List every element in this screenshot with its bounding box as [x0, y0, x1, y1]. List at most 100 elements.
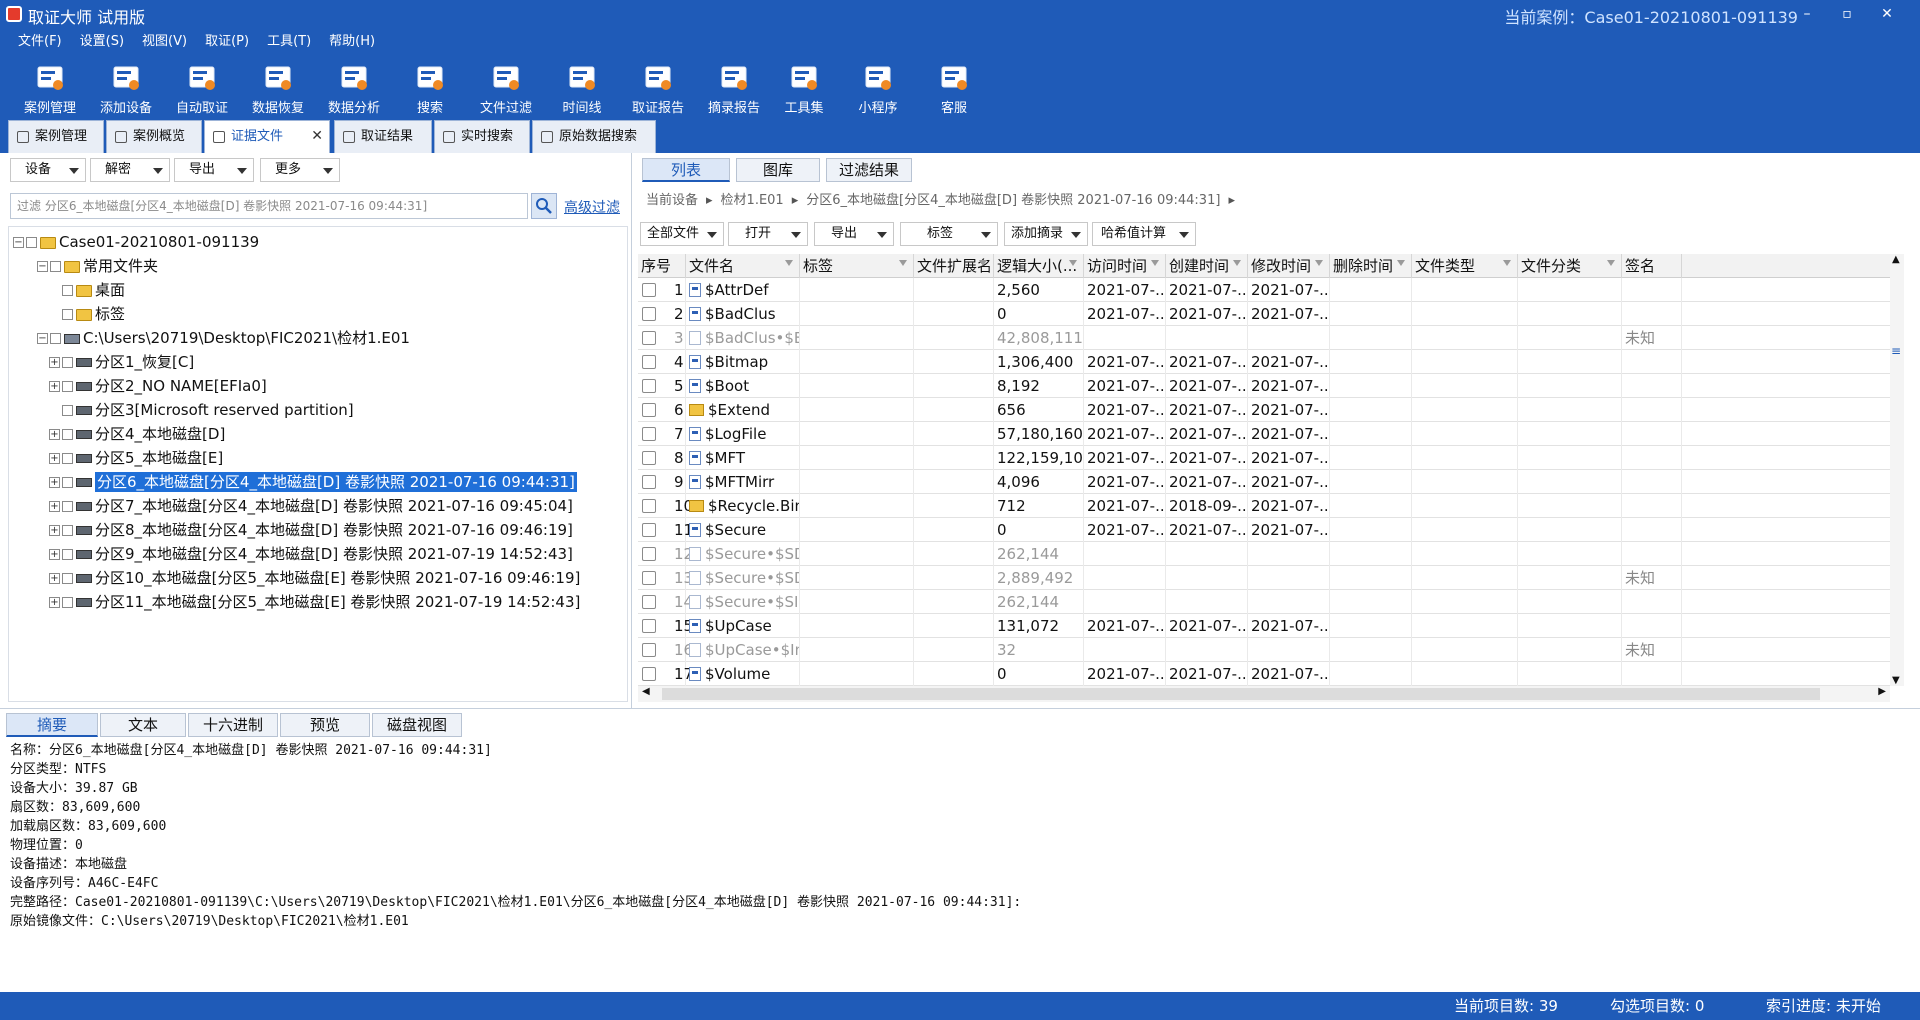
- toolbar-button-6[interactable]: 文件过滤: [468, 57, 544, 117]
- menu-forensics[interactable]: 取证(P): [196, 29, 258, 55]
- toolbar-button-7[interactable]: 时间线: [544, 57, 620, 117]
- table-row[interactable]: 9 $MFTMirr 4,096 2021-07-... 2021-07-... 2021…: [638, 470, 1890, 494]
- row-checkbox[interactable]: [642, 619, 656, 633]
- table-row[interactable]: 2 $BadClus 0 2021-07-... 2021-07-... 2021-07-…: [638, 302, 1890, 326]
- tab-forensic-results[interactable]: 取证结果: [334, 120, 432, 153]
- menu-file[interactable]: 文件(F): [9, 29, 71, 55]
- close-button[interactable]: ✕: [1872, 3, 1902, 25]
- table-row[interactable]: 14 $Secure•$SII 262,144: [638, 590, 1890, 614]
- more-dropdown[interactable]: 更多: [260, 158, 340, 182]
- expand-toggle-icon[interactable]: +: [49, 429, 60, 440]
- device-dropdown[interactable]: 设备: [10, 158, 86, 182]
- advanced-filter-link[interactable]: 高级过滤: [564, 197, 620, 217]
- row-checkbox[interactable]: [642, 427, 656, 441]
- tab-evidence-files[interactable]: 证据文件 ✕: [204, 120, 330, 153]
- expand-toggle-icon[interactable]: +: [49, 525, 60, 536]
- table-row[interactable]: 6 $Extend 656 2021-07-... 2021-07-... 2021-07…: [638, 398, 1890, 422]
- filter-icon[interactable]: [1315, 260, 1323, 270]
- tab-raw-data-search[interactable]: 原始数据搜索: [532, 120, 656, 153]
- tree-node[interactable]: + 分区6_本地磁盘[分区4_本地磁盘[D] 卷影快照 2021-07-16 09…: [49, 471, 577, 493]
- tree-node[interactable]: − 常用文件夹: [37, 255, 158, 277]
- tab-list-view[interactable]: 列表: [642, 158, 730, 182]
- toolbar-button-12[interactable]: 客服: [916, 57, 992, 117]
- tree-checkbox[interactable]: [62, 453, 73, 464]
- tree-node[interactable]: + 分区5_本地磁盘[E]: [49, 447, 223, 469]
- row-checkbox[interactable]: [642, 307, 656, 321]
- tree-checkbox[interactable]: [62, 525, 73, 536]
- tree-checkbox[interactable]: [50, 261, 61, 272]
- breadcrumb-item[interactable]: 分区6_本地磁盘[分区4_本地磁盘[D] 卷影快照 2021-07-16 09:…: [806, 193, 1220, 208]
- tree-checkbox[interactable]: [62, 309, 73, 320]
- expand-toggle-icon[interactable]: −: [13, 237, 24, 248]
- row-checkbox[interactable]: [642, 523, 656, 537]
- toolbar-button-10[interactable]: 工具集: [766, 57, 842, 117]
- expand-toggle-icon[interactable]: +: [49, 357, 60, 368]
- column-header[interactable]: 序号: [638, 254, 686, 278]
- toolbar-button-3[interactable]: 数据恢复: [240, 57, 316, 117]
- expand-toggle-icon[interactable]: −: [37, 261, 48, 272]
- row-checkbox[interactable]: [642, 595, 656, 609]
- column-header[interactable]: 文件名: [686, 254, 800, 278]
- scroll-right-icon[interactable]: ▶: [1878, 686, 1886, 697]
- filter-icon[interactable]: [785, 260, 793, 270]
- tree-node[interactable]: + 分区1_恢复[C]: [49, 351, 194, 373]
- breadcrumb-item[interactable]: 当前设备: [646, 193, 698, 208]
- row-checkbox[interactable]: [642, 355, 656, 369]
- tab-realtime-search[interactable]: 实时搜索: [434, 120, 530, 153]
- expand-toggle-icon[interactable]: +: [49, 549, 60, 560]
- tree-node[interactable]: + 分区10_本地磁盘[分区5_本地磁盘[E] 卷影快照 2021-07-16 0…: [49, 567, 580, 589]
- tree-node[interactable]: + 分区8_本地磁盘[分区4_本地磁盘[D] 卷影快照 2021-07-16 09…: [49, 519, 573, 541]
- tab-summary[interactable]: 摘要: [6, 713, 98, 737]
- table-row[interactable]: 8 $MFT 122,159,104 2021-07-... 2021-07-... 20…: [638, 446, 1890, 470]
- filter-icon[interactable]: [1233, 260, 1241, 270]
- column-header[interactable]: 文件类型: [1412, 254, 1518, 278]
- maximize-button[interactable]: ▫: [1832, 3, 1862, 25]
- breadcrumb-item[interactable]: 检材1.E01: [721, 193, 784, 208]
- row-checkbox[interactable]: [642, 499, 656, 513]
- column-header[interactable]: 创建时间: [1166, 254, 1248, 278]
- row-checkbox[interactable]: [642, 451, 656, 465]
- menu-settings[interactable]: 设置(S): [71, 29, 133, 55]
- filter-icon[interactable]: [1151, 260, 1159, 270]
- toolbar-button-2[interactable]: 自动取证: [164, 57, 240, 117]
- column-header[interactable]: 签名: [1622, 254, 1682, 278]
- column-header[interactable]: 文件扩展名: [914, 254, 994, 278]
- filter-icon[interactable]: [1397, 260, 1405, 270]
- column-header[interactable]: 删除时间: [1330, 254, 1412, 278]
- expand-toggle-icon[interactable]: +: [49, 501, 60, 512]
- expand-toggle-icon[interactable]: +: [49, 381, 60, 392]
- open-dropdown[interactable]: 打开: [728, 222, 808, 246]
- scroll-up-icon[interactable]: ▲: [1892, 254, 1900, 265]
- toolbar-button-4[interactable]: 数据分析: [316, 57, 392, 117]
- column-header[interactable]: 逻辑大小(...: [994, 254, 1084, 278]
- menu-help[interactable]: 帮助(H): [320, 29, 384, 55]
- export-files-dropdown[interactable]: 导出: [814, 222, 894, 246]
- scroll-down-icon[interactable]: ▼: [1892, 675, 1900, 686]
- table-row[interactable]: 11 $Secure 0 2021-07-... 2021-07-... 2021-07-…: [638, 518, 1890, 542]
- vertical-scrollbar[interactable]: ▲ ≡ ▼: [1890, 254, 1904, 686]
- menu-tools[interactable]: 工具(T): [258, 29, 320, 55]
- tree-node[interactable]: 分区3[Microsoft reserved partition]: [49, 399, 354, 421]
- toolbar-button-9[interactable]: 摘录报告: [696, 57, 772, 117]
- toolbar-button-8[interactable]: 取证报告: [620, 57, 696, 117]
- horizontal-scrollbar[interactable]: ◀ ▶: [638, 686, 1890, 702]
- table-row[interactable]: 1 $AttrDef 2,560 2021-07-... 2021-07-... 2021…: [638, 278, 1890, 302]
- expand-toggle-icon[interactable]: +: [49, 573, 60, 584]
- tree-node[interactable]: 标签: [49, 303, 125, 325]
- tree-checkbox[interactable]: [62, 429, 73, 440]
- filter-icon[interactable]: [1503, 260, 1511, 270]
- table-row[interactable]: 7 $LogFile 57,180,160 2021-07-... 2021-07-..…: [638, 422, 1890, 446]
- tree-checkbox[interactable]: [62, 477, 73, 488]
- tree-node[interactable]: − C:\Users\20719\Desktop\FIC2021\检材1.E01: [37, 327, 410, 349]
- tree-node[interactable]: + 分区7_本地磁盘[分区4_本地磁盘[D] 卷影快照 2021-07-16 09…: [49, 495, 573, 517]
- row-checkbox[interactable]: [642, 403, 656, 417]
- column-header[interactable]: 标签: [800, 254, 914, 278]
- filter-icon[interactable]: [979, 260, 987, 270]
- tab-hex[interactable]: 十六进制: [188, 713, 278, 737]
- tree-checkbox[interactable]: [50, 333, 61, 344]
- close-tab-icon[interactable]: ✕: [311, 121, 323, 152]
- toolbar-button-1[interactable]: 添加设备: [88, 57, 164, 117]
- minimize-button[interactable]: –: [1792, 3, 1822, 25]
- row-checkbox[interactable]: [642, 331, 656, 345]
- tag-dropdown[interactable]: 标签: [900, 222, 998, 246]
